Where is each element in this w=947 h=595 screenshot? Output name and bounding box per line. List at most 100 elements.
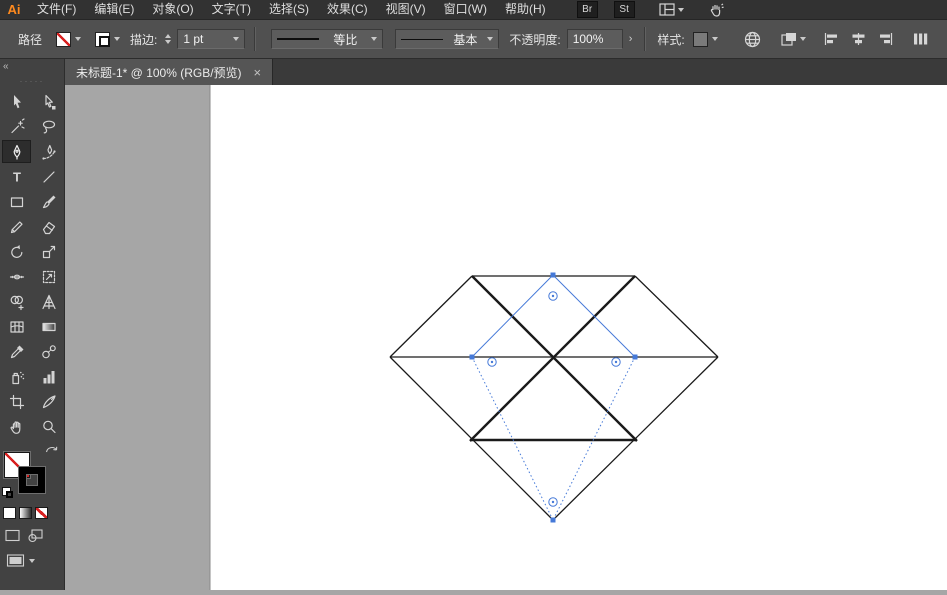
- draw-behind-icon[interactable]: [27, 528, 44, 543]
- align-right-icon[interactable]: [878, 32, 893, 46]
- menu-type[interactable]: 文字(T): [203, 0, 260, 19]
- zoom-tool-icon: [43, 420, 56, 433]
- chevron-down-icon: [371, 37, 378, 41]
- scale-tool[interactable]: [35, 240, 64, 263]
- mesh-tool[interactable]: [2, 315, 31, 338]
- default-fill-stroke-icon[interactable]: [2, 487, 14, 499]
- chevron-down-icon: [487, 37, 494, 41]
- hand-gesture-button[interactable]: [708, 2, 724, 17]
- none-button[interactable]: [35, 507, 48, 519]
- hand-gesture-icon: [710, 3, 724, 17]
- opacity-flyout-arrow[interactable]: ›: [626, 33, 636, 45]
- artboard-tool[interactable]: [2, 390, 31, 413]
- step-down-icon: [165, 40, 172, 44]
- corner-widget-dot: [551, 500, 555, 504]
- tools-panel-header[interactable]: « ·····: [0, 59, 64, 89]
- color-button[interactable]: [3, 507, 16, 519]
- width-profile-select[interactable]: 等比: [271, 29, 384, 49]
- type-tool[interactable]: T: [2, 165, 31, 188]
- document-tab[interactable]: 未标题-1* @ 100% (RGB/预览) ×: [65, 59, 274, 85]
- recolor-artwork-icon: [744, 31, 760, 47]
- blend-tool[interactable]: [35, 340, 64, 363]
- rectangle-tool[interactable]: [2, 190, 31, 213]
- mesh-tool-icon: [9, 320, 24, 333]
- width-profile-value: 等比: [333, 32, 358, 47]
- magic-wand-tool[interactable]: [2, 115, 31, 138]
- eraser-tool[interactable]: [35, 215, 64, 238]
- style-label: 样式:: [657, 32, 685, 47]
- gradient-tool[interactable]: [35, 315, 64, 338]
- menu-view[interactable]: 视图(V): [377, 0, 435, 19]
- app-logo[interactable]: Ai: [0, 2, 28, 17]
- recolor-artwork-button[interactable]: [744, 31, 761, 48]
- collapse-panel-icon[interactable]: «: [3, 61, 9, 72]
- style-picker[interactable]: [692, 31, 718, 47]
- fill-none-swatch-icon: [56, 31, 72, 47]
- workspace-switcher[interactable]: [659, 3, 684, 16]
- distribute-icon[interactable]: [913, 32, 928, 46]
- chevron-down-icon: [677, 7, 684, 12]
- anchor-point[interactable]: [550, 517, 556, 523]
- bridge-button[interactable]: Br: [576, 1, 598, 18]
- width-tool[interactable]: [2, 265, 31, 288]
- gradient-tool-icon: [42, 322, 56, 331]
- stock-button[interactable]: St: [613, 1, 635, 18]
- align-center-icon[interactable]: [851, 32, 866, 46]
- gradient-button[interactable]: [19, 507, 32, 519]
- swap-fill-stroke-icon[interactable]: [44, 443, 59, 455]
- lasso-tool[interactable]: [35, 115, 64, 138]
- align-left-icon[interactable]: [824, 32, 839, 46]
- menu-window[interactable]: 窗口(W): [435, 0, 496, 19]
- brush-select[interactable]: 基本: [395, 29, 500, 49]
- eyedropper-tool[interactable]: [2, 340, 31, 363]
- menu-help[interactable]: 帮助(H): [496, 0, 555, 19]
- free-transform-tool[interactable]: [35, 265, 64, 288]
- slice-tool[interactable]: [35, 390, 64, 413]
- menu-edit[interactable]: 编辑(E): [85, 0, 143, 19]
- selection-tool[interactable]: [2, 90, 31, 113]
- canvas-area[interactable]: [65, 81, 947, 594]
- menu-file[interactable]: 文件(F): [28, 0, 85, 19]
- control-bar: 路径 描边: 1 pt 等比 基本 不透明度: 100% › 样式:: [0, 20, 947, 59]
- pen-tool[interactable]: [2, 140, 31, 163]
- symbol-sprayer-tool[interactable]: [2, 365, 31, 388]
- brush-value: 基本: [453, 32, 478, 47]
- document-tab-bar: 未标题-1* @ 100% (RGB/预览) ×: [65, 59, 947, 86]
- column-graph-tool[interactable]: [35, 365, 64, 388]
- opacity-value: 100%: [572, 32, 604, 46]
- anchor-point[interactable]: [469, 354, 475, 360]
- hand-tool-icon: [10, 420, 20, 434]
- selection-tool-icon: [13, 94, 21, 108]
- draw-normal-icon[interactable]: [4, 528, 21, 543]
- anchor-point[interactable]: [550, 272, 556, 278]
- hand-tool[interactable]: [2, 415, 31, 438]
- pencil-tool[interactable]: [2, 215, 31, 238]
- shape-builder-tool[interactable]: [2, 290, 31, 313]
- line-segment-tool[interactable]: [35, 165, 64, 188]
- stroke-weight-stepper[interactable]: [165, 34, 172, 44]
- opacity-input[interactable]: 100%: [566, 29, 623, 49]
- menu-object[interactable]: 对象(O): [143, 0, 202, 19]
- menu-effect[interactable]: 效果(C): [318, 0, 377, 19]
- close-icon[interactable]: ×: [254, 66, 262, 79]
- direct-selection-tool[interactable]: [35, 90, 64, 113]
- canvas[interactable]: [65, 81, 947, 594]
- zoom-tool[interactable]: [35, 415, 64, 438]
- curvature-tool[interactable]: [35, 140, 64, 163]
- slice-tool-icon: [42, 394, 56, 408]
- uniform-profile-icon: [277, 38, 320, 40]
- menu-select[interactable]: 选择(S): [260, 0, 318, 19]
- fill-color-picker[interactable]: [56, 31, 82, 47]
- stroke-weight-value: 1 pt: [183, 32, 204, 46]
- rotate-tool[interactable]: [2, 240, 31, 263]
- stroke-color-picker[interactable]: [95, 31, 121, 47]
- stroke-proxy-black[interactable]: [19, 467, 45, 493]
- stroke-weight-select[interactable]: 1 pt: [177, 29, 246, 49]
- screen-mode-icon[interactable]: [6, 553, 25, 568]
- anchor-point[interactable]: [632, 354, 638, 360]
- arrange-button[interactable]: [781, 32, 806, 46]
- column-graph-tool-icon: [43, 370, 55, 383]
- screen-mode-row: [0, 543, 64, 568]
- perspective-grid-tool[interactable]: [35, 290, 64, 313]
- paintbrush-tool[interactable]: [35, 190, 64, 213]
